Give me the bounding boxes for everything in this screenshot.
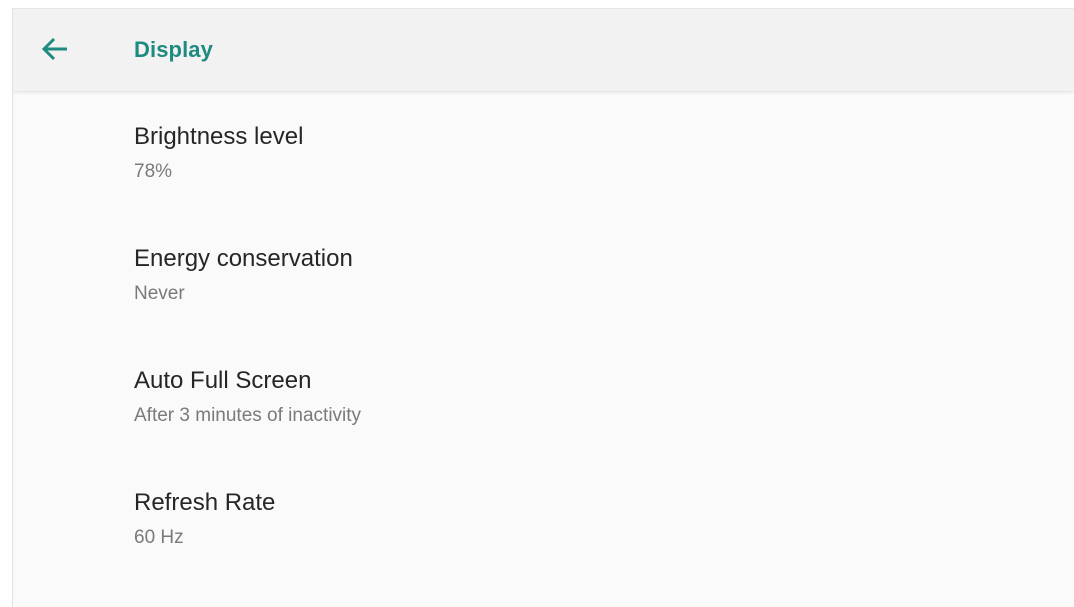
setting-brightness-level[interactable]: Brightness level 78%	[13, 91, 1074, 213]
setting-refresh-rate[interactable]: Refresh Rate 60 Hz	[13, 457, 1074, 579]
setting-title: Refresh Rate	[134, 489, 276, 516]
back-button[interactable]	[31, 25, 79, 73]
settings-list: Brightness level 78% Energy conservation…	[13, 91, 1074, 579]
setting-title: Brightness level	[134, 123, 304, 150]
setting-title: Auto Full Screen	[134, 367, 312, 394]
setting-value: 60 Hz	[134, 527, 184, 548]
setting-value: Never	[134, 283, 185, 304]
setting-auto-full-screen[interactable]: Auto Full Screen After 3 minutes of inac…	[13, 335, 1074, 457]
setting-value: 78%	[134, 161, 173, 182]
setting-title: Energy conservation	[134, 245, 353, 272]
settings-screen: Display Brightness level 78% Energy cons…	[12, 8, 1074, 607]
setting-energy-conservation[interactable]: Energy conservation Never	[13, 213, 1074, 335]
app-bar: Display	[13, 9, 1074, 91]
page-title: Display	[134, 37, 213, 62]
arrow-left-icon	[41, 37, 67, 61]
setting-value: After 3 minutes of inactivity	[134, 405, 362, 426]
